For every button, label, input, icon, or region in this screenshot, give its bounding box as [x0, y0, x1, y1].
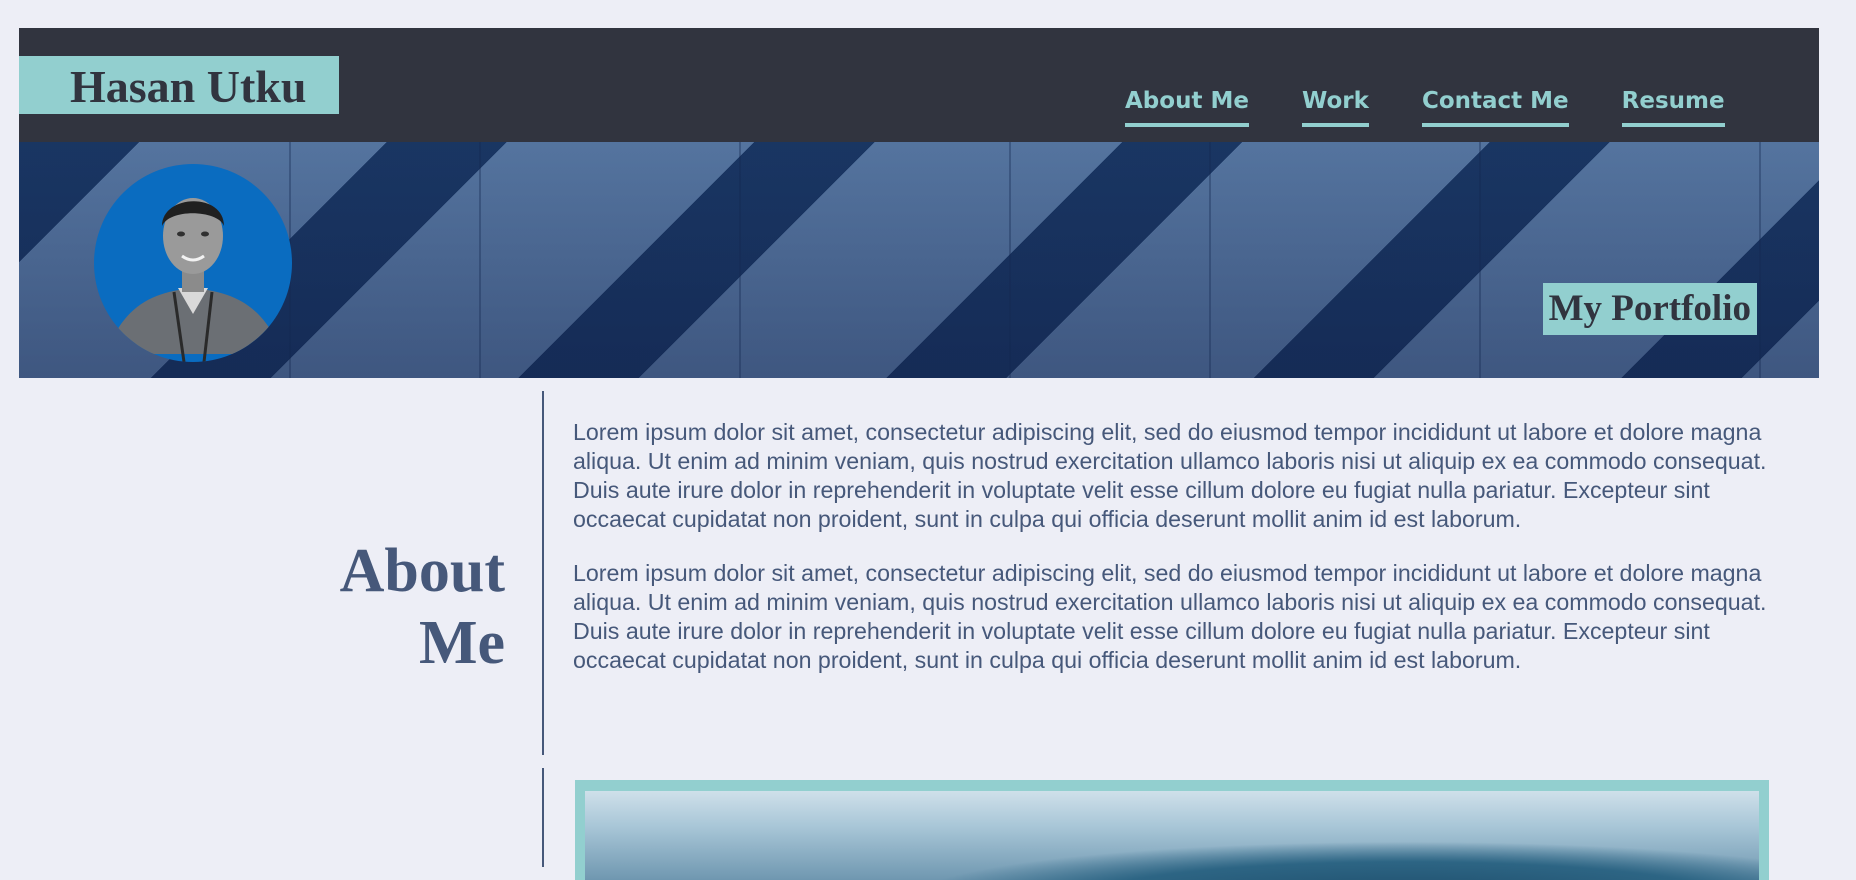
site-title[interactable]: Hasan Utku [70, 64, 306, 110]
wood-plank-line [1479, 142, 1481, 378]
brand-block[interactable]: Hasan Utku [19, 56, 339, 114]
nav-link-contact-me[interactable]: Contact Me [1421, 87, 1569, 127]
hero-banner: My Portfolio [19, 142, 1819, 378]
profile-avatar [94, 164, 292, 362]
wood-plank-line [1759, 142, 1761, 378]
wood-plank-line [739, 142, 741, 378]
about-heading-line1: About [339, 537, 505, 606]
nav-link-about-me[interactable]: About Me [1125, 87, 1249, 127]
wood-plank-line [1209, 142, 1211, 378]
work-divider [542, 768, 544, 867]
work-showcase-frame [575, 780, 1769, 880]
about-paragraph: Lorem ipsum dolor sit amet, consectetur … [573, 419, 1767, 532]
about-paragraph: Lorem ipsum dolor sit amet, consectetur … [573, 560, 1767, 673]
wood-plank-line [1009, 142, 1011, 378]
profile-photo-icon [106, 198, 282, 362]
wood-plank-line [479, 142, 481, 378]
nav-link-resume[interactable]: Resume [1621, 87, 1725, 127]
nav-link-work[interactable]: Work [1301, 87, 1369, 127]
section-divider [542, 391, 544, 755]
portfolio-title: My Portfolio [1548, 288, 1751, 329]
about-heading: About Me [300, 535, 505, 679]
about-text: Lorem ipsum dolor sit amet, consectetur … [573, 418, 1788, 700]
site-header: Hasan Utku About Me Work Contact Me Resu… [19, 28, 1819, 142]
about-heading-line2: Me [418, 609, 505, 678]
portfolio-tag: My Portfolio [1542, 283, 1757, 335]
main-nav: About Me Work Contact Me Resume [1125, 87, 1725, 127]
